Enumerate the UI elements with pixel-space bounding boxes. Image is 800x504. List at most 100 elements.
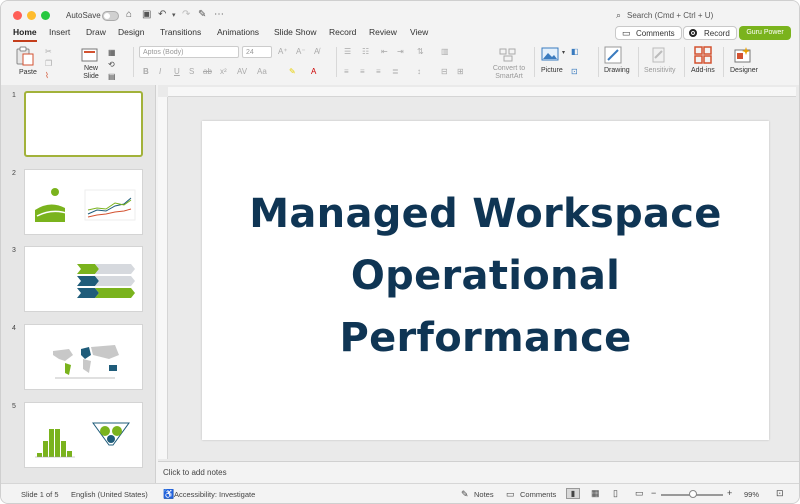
- tab-home[interactable]: Home: [13, 27, 37, 37]
- columns-icon[interactable]: ▥: [441, 47, 449, 56]
- align-center-icon[interactable]: ≡: [360, 67, 365, 76]
- close-window-button[interactable]: [13, 11, 22, 20]
- paragraph-icon[interactable]: ⊞: [457, 67, 464, 76]
- cut-icon[interactable]: ✂: [45, 47, 52, 56]
- increase-indent-icon[interactable]: ⇥: [397, 47, 404, 56]
- thumbnail-3-graphic: [77, 264, 135, 298]
- strikethrough-icon[interactable]: ab: [203, 67, 212, 76]
- slide-thumbnail-1[interactable]: [24, 91, 143, 157]
- new-slide-icon[interactable]: [81, 47, 99, 63]
- line-spacing-icon[interactable]: ↕: [417, 67, 421, 76]
- zoom-level[interactable]: 99%: [744, 490, 759, 499]
- slide-title-line-2: Operational: [350, 253, 621, 299]
- bullets-icon[interactable]: ☰: [344, 47, 351, 56]
- language-indicator[interactable]: English (United States): [71, 490, 148, 499]
- undo-icon[interactable]: ↶: [158, 9, 166, 20]
- tab-design[interactable]: Design: [118, 27, 144, 37]
- highlight-icon[interactable]: ✎: [289, 67, 296, 76]
- accessibility-status[interactable]: Accessibility: Investigate: [174, 490, 255, 499]
- tab-draw[interactable]: Draw: [86, 27, 106, 37]
- character-spacing-icon[interactable]: AV: [237, 67, 247, 76]
- tab-animations[interactable]: Animations: [217, 27, 259, 37]
- section-icon[interactable]: ▤: [108, 72, 116, 81]
- slide-sorter-icon[interactable]: ▦: [591, 488, 600, 499]
- slide-thumbnail-3[interactable]: [24, 246, 143, 312]
- notes-icon[interactable]: ✎: [461, 489, 469, 500]
- zoom-in-icon[interactable]: +: [727, 488, 732, 498]
- comments-status-button[interactable]: Comments: [520, 490, 556, 499]
- format-brush-icon[interactable]: ⌇: [45, 71, 49, 80]
- reading-view-icon[interactable]: ▯: [613, 488, 618, 499]
- italic-icon[interactable]: I: [159, 67, 161, 76]
- zoom-window-button[interactable]: [41, 11, 50, 20]
- align-right-icon[interactable]: ≡: [376, 67, 381, 76]
- change-case-icon[interactable]: Aa: [257, 67, 267, 76]
- minimize-window-button[interactable]: [27, 11, 36, 20]
- bold-icon[interactable]: B: [143, 67, 149, 76]
- underline-icon[interactable]: U: [174, 67, 180, 76]
- slide-canvas[interactable]: Managed Workspace Operational Performanc…: [202, 121, 769, 440]
- tab-transitions[interactable]: Transitions: [160, 27, 201, 37]
- clear-formatting-icon[interactable]: A̸: [314, 47, 319, 56]
- accessibility-icon[interactable]: ♿: [163, 489, 174, 500]
- layout-icon[interactable]: ▦: [108, 48, 116, 57]
- slide-show-icon[interactable]: ▭: [635, 488, 644, 499]
- zoom-out-icon[interactable]: −: [651, 488, 656, 498]
- autosave-toggle[interactable]: [102, 11, 119, 21]
- reset-icon[interactable]: ⟲: [108, 60, 115, 69]
- font-color-icon[interactable]: A: [311, 67, 316, 76]
- notes-pane[interactable]: Click to add notes: [158, 461, 799, 483]
- status-bar: Slide 1 of 5 English (United States) ♿ A…: [1, 483, 799, 503]
- paste-icon[interactable]: [15, 46, 35, 66]
- font-name-field[interactable]: Aptos (Body): [139, 46, 239, 58]
- tab-slide-show[interactable]: Slide Show: [274, 27, 317, 37]
- undo-dropdown-icon[interactable]: ▾: [172, 11, 176, 19]
- shapes-icon[interactable]: ◧: [571, 47, 579, 56]
- home-icon[interactable]: ⌂: [126, 9, 132, 20]
- fit-to-window-icon[interactable]: ⊡: [776, 488, 784, 499]
- comments-button[interactable]: ▭ Comments: [615, 26, 682, 40]
- tab-review[interactable]: Review: [369, 27, 397, 37]
- paste-label: Paste: [19, 69, 37, 76]
- tab-insert[interactable]: Insert: [49, 27, 70, 37]
- picture-dropdown-icon[interactable]: ▾: [562, 49, 565, 56]
- redo-icon[interactable]: ↷: [182, 9, 190, 20]
- notes-placeholder[interactable]: Click to add notes: [163, 468, 227, 477]
- zoom-slider-handle[interactable]: [689, 490, 697, 498]
- format-painter-icon[interactable]: ✎: [198, 9, 206, 20]
- align-left-icon[interactable]: ≡: [344, 67, 349, 76]
- text-direction-icon[interactable]: ⇅: [417, 47, 424, 56]
- numbering-icon[interactable]: ☷: [362, 47, 369, 56]
- designer-icon[interactable]: [734, 46, 752, 64]
- decrease-indent-icon[interactable]: ⇤: [381, 47, 388, 56]
- drawing-icon[interactable]: [604, 46, 622, 64]
- more-icon[interactable]: ⋯: [214, 9, 224, 20]
- decrease-font-icon[interactable]: A⁻: [296, 47, 306, 56]
- slide-thumbnail-2[interactable]: [24, 169, 143, 235]
- guru-power-button[interactable]: Guru Power: [739, 26, 791, 40]
- increase-font-icon[interactable]: A⁺: [278, 47, 288, 56]
- notes-button[interactable]: Notes: [474, 490, 494, 499]
- slide-title[interactable]: Managed Workspace Operational Performanc…: [202, 183, 769, 369]
- superscript-icon[interactable]: x²: [220, 67, 227, 76]
- shadow-icon[interactable]: S: [189, 67, 194, 76]
- align-text-icon[interactable]: ⊟: [441, 67, 448, 76]
- record-button[interactable]: Record: [683, 26, 737, 40]
- comments-icon[interactable]: ▭: [506, 489, 515, 500]
- sensitivity-icon[interactable]: [651, 46, 667, 64]
- tab-record[interactable]: Record: [329, 27, 356, 37]
- save-icon[interactable]: ▣: [142, 9, 151, 20]
- slide-indicator: Slide 1 of 5: [21, 490, 59, 499]
- tab-view[interactable]: View: [410, 27, 428, 37]
- slide-thumbnail-4[interactable]: [24, 324, 143, 390]
- justify-icon[interactable]: ≣: [392, 67, 399, 76]
- picture-icon[interactable]: [541, 47, 559, 61]
- search-input[interactable]: Search (Cmd + Ctrl + U): [627, 11, 713, 20]
- font-size-field[interactable]: 24: [242, 46, 272, 58]
- copy-icon[interactable]: ❐: [45, 59, 52, 68]
- normal-view-icon[interactable]: ▮: [566, 488, 580, 499]
- add-ins-icon[interactable]: [694, 46, 712, 64]
- slide-thumbnail-5[interactable]: [24, 402, 143, 468]
- smartart-icon[interactable]: [499, 47, 517, 63]
- textbox-icon[interactable]: ⊡: [571, 67, 578, 76]
